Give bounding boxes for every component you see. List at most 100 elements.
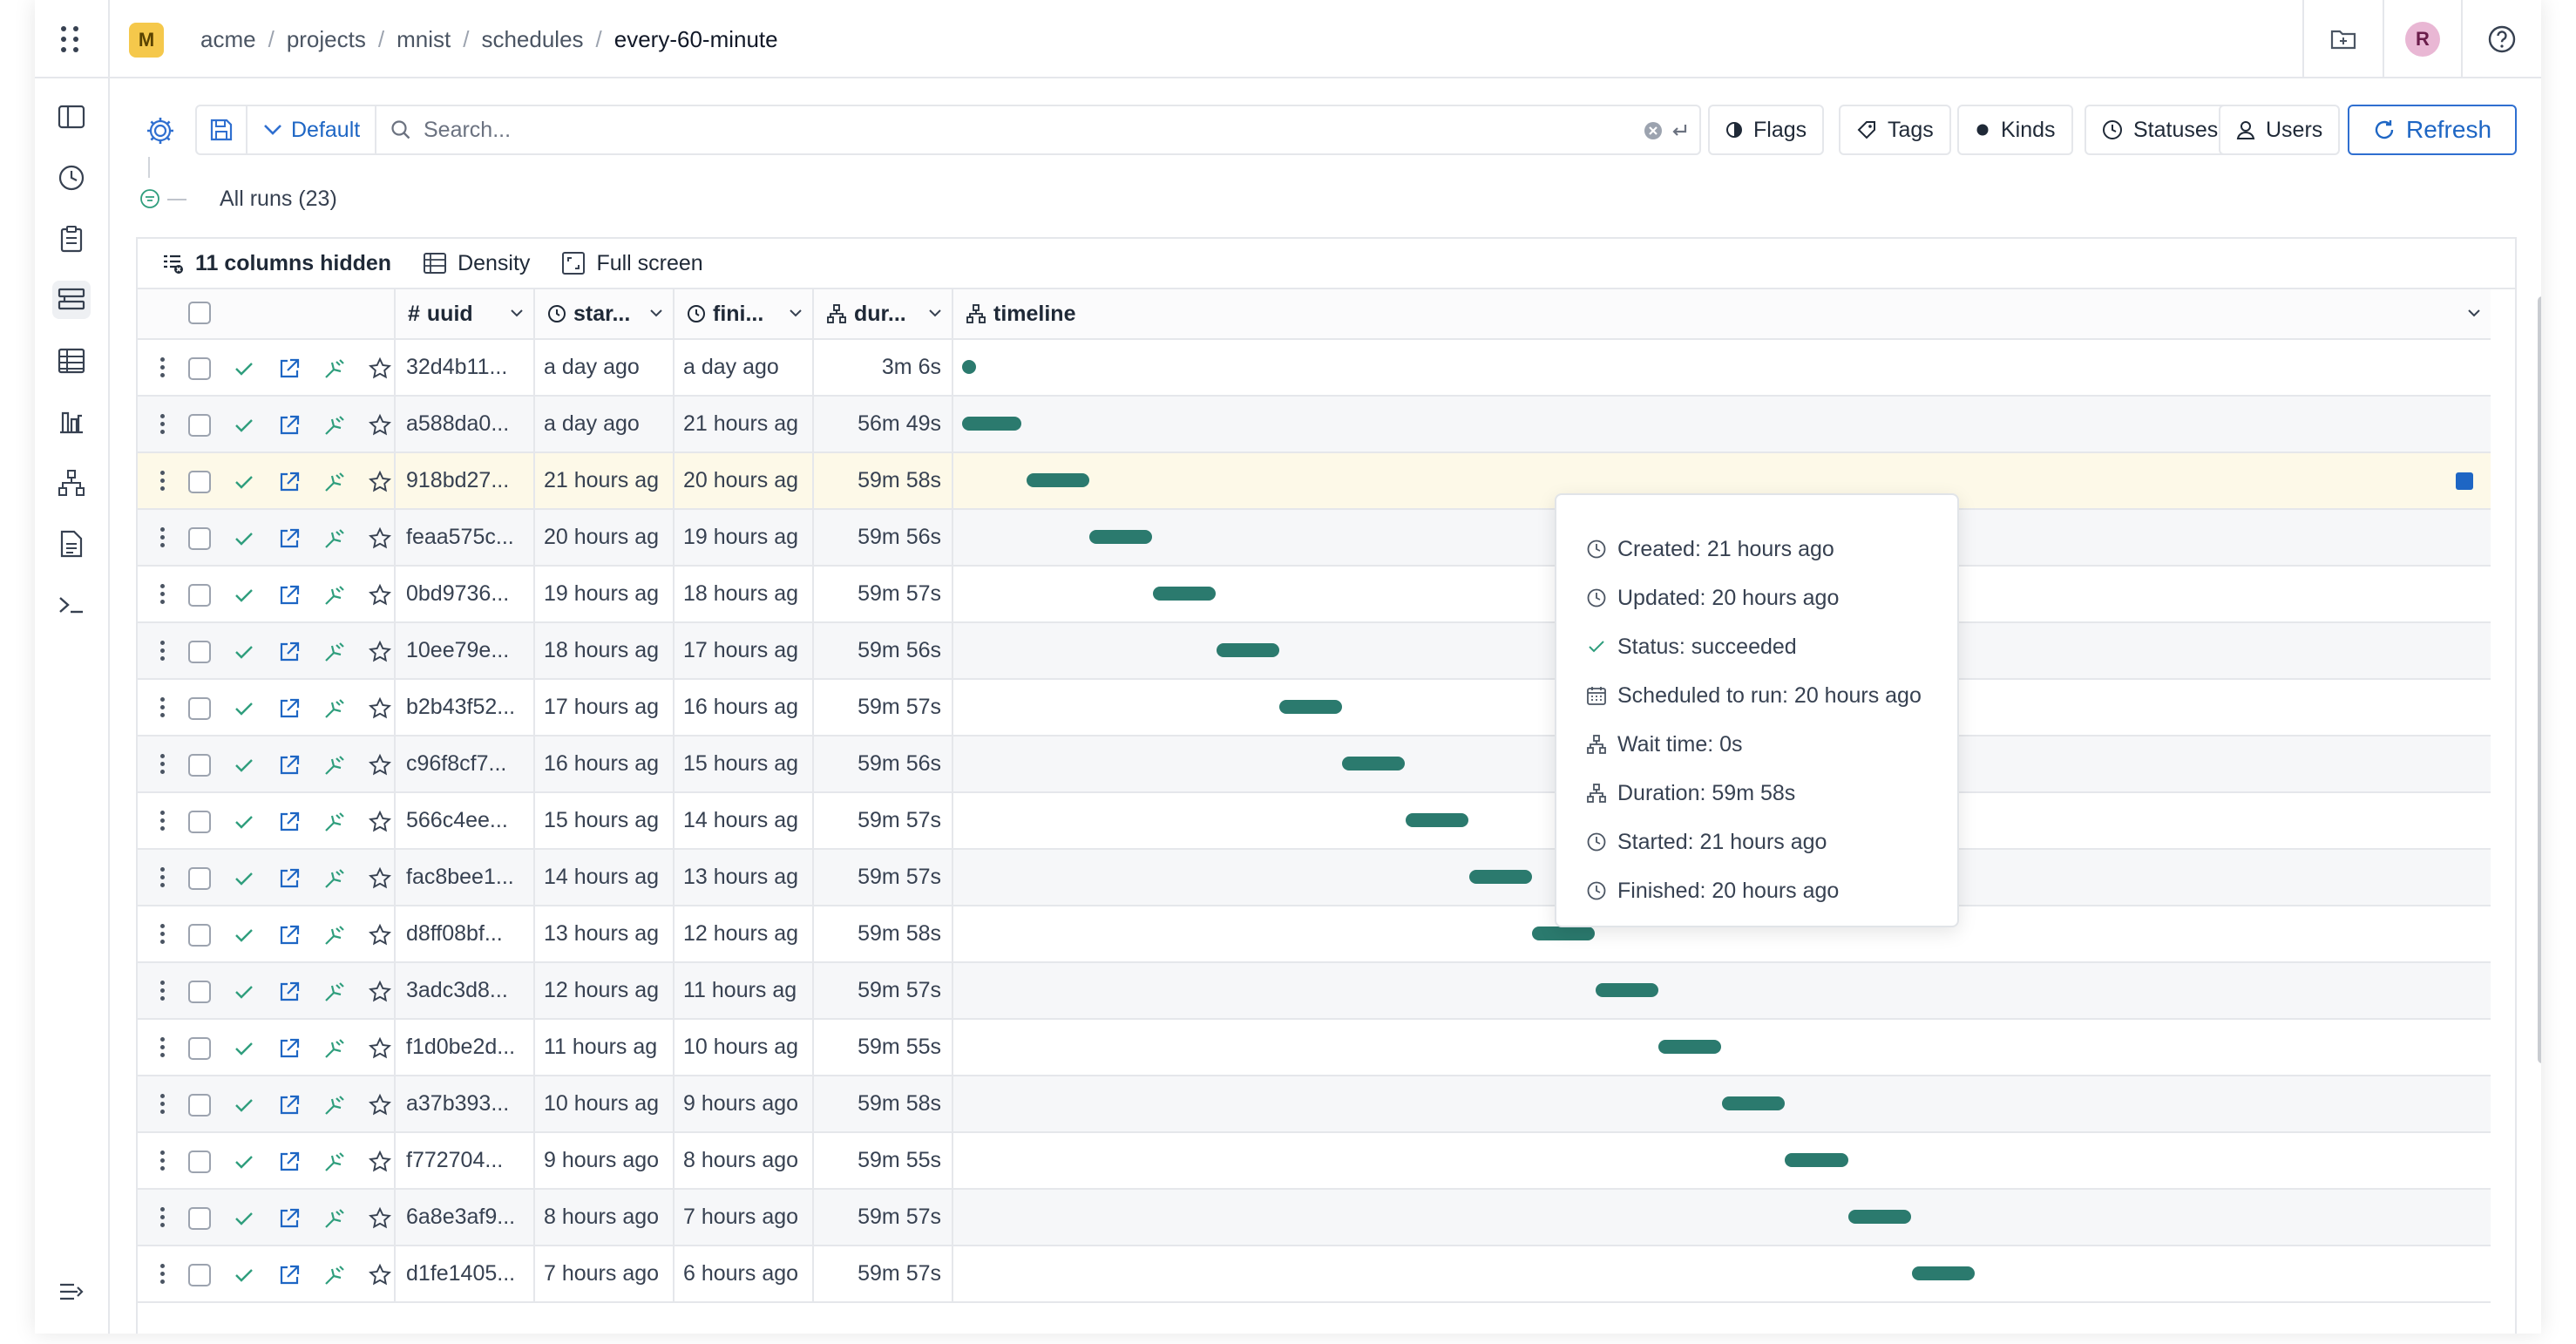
star-icon[interactable]: [368, 810, 392, 834]
uuid-cell[interactable]: f1d0be2d...: [396, 1020, 535, 1075]
preset-dropdown[interactable]: Default: [247, 105, 376, 155]
compare-icon[interactable]: [322, 696, 347, 721]
table-row[interactable]: 10ee79e... 18 hours ag 17 hours ag 59m 56s: [138, 623, 2491, 680]
external-link-icon[interactable]: [277, 470, 302, 494]
timeline-bar[interactable]: [1469, 870, 1533, 884]
drag-handle-icon[interactable]: [160, 754, 166, 775]
select-all-checkbox[interactable]: [188, 302, 211, 324]
star-icon[interactable]: [368, 1036, 392, 1061]
star-icon[interactable]: [368, 1206, 392, 1231]
table-row[interactable]: d1fe1405... 7 hours ago 6 hours ago 59m 57s: [138, 1246, 2491, 1303]
lineage-icon[interactable]: [52, 464, 91, 502]
help-icon[interactable]: [2463, 0, 2541, 78]
row-checkbox[interactable]: [188, 1037, 211, 1060]
star-icon[interactable]: [368, 413, 392, 438]
compare-icon[interactable]: [322, 1036, 347, 1061]
drag-handle-icon[interactable]: [160, 1037, 166, 1058]
table-row[interactable]: 566c4ee... 15 hours ag 14 hours ag 59m 57s: [138, 793, 2491, 850]
tags-filter-button[interactable]: Tags: [1839, 105, 1951, 155]
row-checkbox[interactable]: [188, 414, 211, 437]
row-checkbox[interactable]: [188, 697, 211, 720]
uuid-cell[interactable]: fac8bee1...: [396, 850, 535, 905]
enter-key-icon[interactable]: [1670, 121, 1689, 140]
drag-handle-icon[interactable]: [160, 527, 166, 548]
user-avatar[interactable]: R: [2405, 22, 2440, 57]
flags-filter-button[interactable]: Flags: [1708, 105, 1825, 155]
header-finished[interactable]: fini...: [675, 289, 814, 338]
drag-handle-icon[interactable]: [160, 1207, 166, 1228]
row-checkbox[interactable]: [188, 754, 211, 777]
row-checkbox[interactable]: [188, 527, 211, 550]
chevron-down-icon[interactable]: [2466, 305, 2482, 321]
dashboard-icon[interactable]: [52, 403, 91, 441]
compare-icon[interactable]: [322, 753, 347, 777]
row-checkbox[interactable]: [188, 811, 211, 833]
compare-icon[interactable]: [322, 810, 347, 834]
timeline-bar[interactable]: [1152, 587, 1216, 601]
timeline-bar[interactable]: [1596, 983, 1659, 997]
table-row[interactable]: feaa575c... 20 hours ag 19 hours ag 59m 56s: [138, 510, 2491, 567]
star-icon[interactable]: [368, 923, 392, 947]
header-started[interactable]: star...: [535, 289, 675, 338]
star-icon[interactable]: [368, 583, 392, 608]
table-row[interactable]: f1d0be2d... 11 hours ag 10 hours ag 59m 55s: [138, 1020, 2491, 1076]
drag-handle-icon[interactable]: [160, 924, 166, 945]
external-link-icon[interactable]: [277, 640, 302, 664]
external-link-icon[interactable]: [277, 356, 302, 381]
row-checkbox[interactable]: [188, 1094, 211, 1117]
compare-icon[interactable]: [322, 640, 347, 664]
chevron-down-icon[interactable]: [788, 305, 803, 321]
compare-icon[interactable]: [322, 470, 347, 494]
breadcrumb-item-projects[interactable]: projects: [287, 26, 366, 53]
external-link-icon[interactable]: [277, 1150, 302, 1174]
timeline-bar[interactable]: [962, 360, 976, 374]
uuid-cell[interactable]: d1fe1405...: [396, 1246, 535, 1301]
users-filter-button[interactable]: Users: [2219, 105, 2341, 155]
history-icon[interactable]: [52, 159, 91, 197]
compare-icon[interactable]: [322, 356, 347, 381]
compare-icon[interactable]: [322, 1150, 347, 1174]
star-icon[interactable]: [368, 980, 392, 1004]
table-row[interactable]: 6a8e3af9... 8 hours ago 7 hours ago 59m 57s: [138, 1190, 2491, 1246]
star-icon[interactable]: [368, 866, 392, 891]
terminal-icon[interactable]: [52, 586, 91, 624]
drag-handle-icon[interactable]: [160, 641, 166, 662]
compare-icon[interactable]: [322, 526, 347, 551]
compare-icon[interactable]: [322, 1093, 347, 1117]
timeline-bar[interactable]: [1216, 643, 1279, 657]
drag-handle-icon[interactable]: [160, 697, 166, 718]
row-selected-marker[interactable]: [2456, 472, 2473, 490]
uuid-cell[interactable]: 566c4ee...: [396, 793, 535, 848]
row-checkbox[interactable]: [188, 584, 211, 607]
table-row[interactable]: c96f8cf7... 16 hours ag 15 hours ag 59m 56s: [138, 736, 2491, 793]
header-duration[interactable]: dur...: [814, 289, 953, 338]
star-icon[interactable]: [368, 1093, 392, 1117]
table-row[interactable]: f772704... 9 hours ago 8 hours ago 59m 55s: [138, 1133, 2491, 1190]
table-icon[interactable]: [52, 342, 91, 380]
external-link-icon[interactable]: [277, 696, 302, 721]
table-row[interactable]: b2b43f52... 17 hours ag 16 hours ag 59m 57s: [138, 680, 2491, 736]
compare-icon[interactable]: [322, 866, 347, 891]
header-timeline[interactable]: timeline: [953, 289, 2491, 338]
timeline-bar[interactable]: [962, 417, 1022, 431]
external-link-icon[interactable]: [277, 923, 302, 947]
uuid-cell[interactable]: 3adc3d8...: [396, 963, 535, 1018]
drag-handle-icon[interactable]: [160, 811, 166, 832]
timeline-bar[interactable]: [1026, 473, 1089, 487]
kinds-filter-button[interactable]: Kinds: [1957, 105, 2073, 155]
drag-handle-icon[interactable]: [160, 471, 166, 492]
document-icon[interactable]: [52, 525, 91, 563]
uuid-cell[interactable]: c96f8cf7...: [396, 736, 535, 791]
chevron-down-icon[interactable]: [927, 305, 943, 321]
row-checkbox[interactable]: [188, 1264, 211, 1286]
uuid-cell[interactable]: 32d4b11...: [396, 340, 535, 395]
compare-icon[interactable]: [322, 413, 347, 438]
statuses-filter-button[interactable]: Statuses: [2085, 105, 2236, 155]
star-icon[interactable]: [368, 356, 392, 381]
chevron-down-icon[interactable]: [648, 305, 664, 321]
table-row[interactable]: d8ff08bf... 13 hours ag 12 hours ag 59m 58s: [138, 906, 2491, 963]
drag-handle-icon[interactable]: [160, 357, 166, 378]
hidden-columns-button[interactable]: 11 columns hidden: [162, 251, 391, 276]
row-checkbox[interactable]: [188, 981, 211, 1003]
row-checkbox[interactable]: [188, 924, 211, 947]
